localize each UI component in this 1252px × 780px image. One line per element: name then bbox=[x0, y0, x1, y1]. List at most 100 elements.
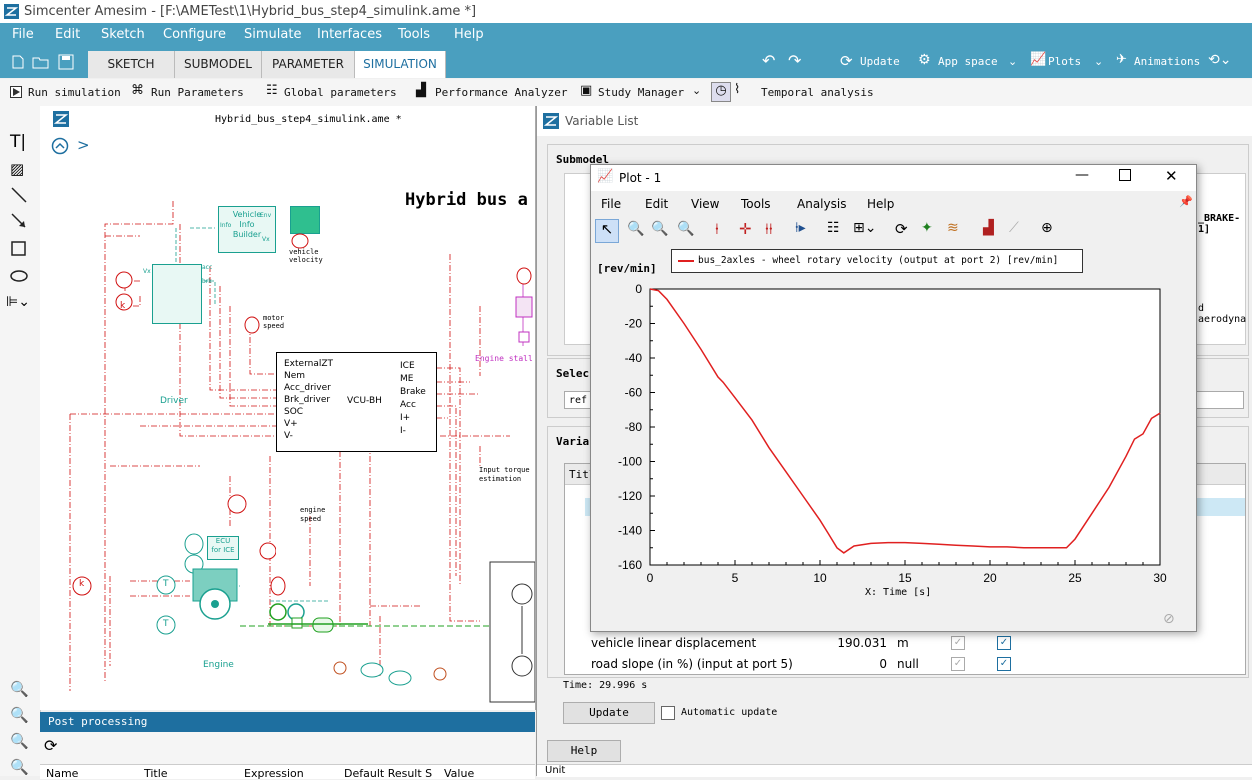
align-tool-icon[interactable]: ⊫⌄ bbox=[6, 294, 30, 310]
undo-icon[interactable]: ↶ bbox=[762, 51, 775, 70]
plot-menu-analysis[interactable]: Analysis bbox=[797, 197, 846, 211]
automatic-update-checkbox[interactable] bbox=[661, 706, 675, 720]
tab-simulation[interactable]: SIMULATION bbox=[355, 51, 446, 78]
motor-speed-sensor-icon[interactable] bbox=[243, 312, 261, 334]
menu-edit[interactable]: Edit bbox=[55, 27, 80, 42]
arrow-tool-icon[interactable] bbox=[10, 212, 28, 230]
close-icon[interactable]: ✕ bbox=[1165, 167, 1178, 185]
driver-block[interactable] bbox=[152, 264, 202, 324]
menu-interfaces[interactable]: Interfaces bbox=[317, 27, 382, 42]
vehicle-axle-icon[interactable] bbox=[488, 556, 535, 706]
vcu-name: VCU-BH bbox=[347, 396, 382, 406]
plot-menu-help[interactable]: Help bbox=[867, 197, 894, 211]
performance-analyzer-button[interactable]: Performance Analyzer bbox=[435, 86, 567, 99]
plot-menu-tools[interactable]: Tools bbox=[741, 197, 771, 211]
legend-box[interactable]: bus_2axles - wheel rotary velocity (outp… bbox=[671, 249, 1083, 273]
global-parameters-button[interactable]: Global parameters bbox=[284, 86, 397, 99]
col-default-result[interactable]: Default Result S bbox=[344, 767, 432, 780]
help-button[interactable]: Help bbox=[547, 740, 621, 762]
table-row[interactable]: road slope (in %) (input at port 5) 0 nu… bbox=[565, 654, 1245, 674]
rectangle-tool-icon[interactable] bbox=[10, 240, 28, 258]
cross-marker-icon[interactable]: ✛ bbox=[739, 220, 752, 238]
clock-icon[interactable]: ◷ bbox=[711, 82, 731, 102]
bottom-components-icon[interactable] bbox=[330, 654, 450, 710]
multi-curve-icon[interactable]: ≋ bbox=[947, 220, 959, 236]
table-row[interactable]: vehicle linear displacement 190.031 m ✓ … bbox=[565, 632, 1245, 654]
row-plot-checkbox[interactable]: ✓ bbox=[951, 636, 965, 650]
zoom-out-icon[interactable]: 🔍 bbox=[677, 221, 694, 237]
plot-menu-edit[interactable]: Edit bbox=[645, 197, 668, 211]
ribbon: SKETCH SUBMODEL PARAMETER SIMULATION ↶ ↷… bbox=[0, 47, 1252, 78]
run-parameters-button[interactable]: Run Parameters bbox=[151, 86, 244, 99]
road-block-icon[interactable] bbox=[290, 206, 320, 234]
table-view-icon[interactable]: ☷ bbox=[827, 220, 840, 236]
driver-inputs-icon[interactable] bbox=[114, 269, 138, 313]
update-button[interactable]: Update bbox=[860, 55, 900, 68]
menu-simulate[interactable]: Simulate bbox=[244, 27, 301, 42]
temporal-analysis-button[interactable]: Temporal analysis bbox=[761, 86, 874, 99]
engine-block-icon[interactable] bbox=[185, 564, 245, 634]
study-manager-button[interactable]: Study Manager bbox=[598, 86, 684, 99]
chevron-down-icon[interactable]: ⌄ bbox=[1008, 55, 1017, 68]
add-plot-icon[interactable]: ⊕ bbox=[1041, 220, 1053, 236]
marker-icon[interactable]: ⍿ bbox=[715, 220, 719, 238]
pin-curve-icon[interactable]: ✦ bbox=[921, 220, 933, 236]
vcu-input-externalzt: ExternalZT bbox=[284, 359, 334, 369]
pin-icon[interactable]: 📌 bbox=[1179, 195, 1193, 208]
row-save-checkbox[interactable]: ✓ bbox=[997, 636, 1011, 650]
animations-button[interactable]: Animations bbox=[1134, 55, 1200, 68]
grid-layout-icon[interactable]: ⊞⌄ bbox=[853, 220, 876, 236]
menu-help[interactable]: Help bbox=[454, 27, 484, 42]
save-icon[interactable] bbox=[58, 54, 74, 70]
histogram-icon[interactable]: ▟ bbox=[983, 220, 994, 236]
zoom-icon[interactable]: 🔍 bbox=[10, 680, 29, 698]
zoom-icon[interactable]: 🔍 bbox=[627, 221, 644, 237]
refresh-icon[interactable]: ⟳ bbox=[44, 736, 57, 755]
zoom-in-icon[interactable]: 🔍 bbox=[10, 706, 29, 724]
run-simulation-button[interactable]: Run simulation bbox=[28, 86, 121, 99]
col-name[interactable]: Name bbox=[46, 767, 78, 780]
image-tool-icon[interactable]: ▨ bbox=[10, 160, 24, 178]
zoom-out-icon[interactable]: 🔍 bbox=[10, 732, 29, 750]
text-tool-icon[interactable]: T| bbox=[10, 132, 26, 152]
menu-tools[interactable]: Tools bbox=[398, 27, 430, 42]
shaft-components-icon[interactable] bbox=[268, 574, 368, 638]
col-expression[interactable]: Expression bbox=[244, 767, 304, 780]
chevron-down-icon[interactable]: ⌄ bbox=[692, 84, 701, 97]
menu-configure[interactable]: Configure bbox=[163, 27, 226, 42]
row-save-checkbox[interactable]: ✓ bbox=[997, 657, 1011, 671]
zoom-in-icon[interactable]: 🔍 bbox=[651, 221, 668, 237]
more-icon[interactable]: ⟲⌄ bbox=[1208, 52, 1231, 68]
select-pointer-icon[interactable]: ↖ bbox=[595, 219, 619, 243]
plot-area[interactable]: 0 -20 -40 -60 -80 -100 -120 -140 -160 0 5 10 15 20 25 3… bbox=[591, 271, 1196, 601]
col-title[interactable]: Title bbox=[144, 767, 168, 780]
dual-marker-icon[interactable]: ⍿⍿ bbox=[765, 220, 773, 238]
ellipse-tool-icon[interactable] bbox=[10, 267, 28, 285]
menu-sketch[interactable]: Sketch bbox=[101, 27, 145, 42]
redo-icon[interactable]: ↷ bbox=[788, 51, 801, 70]
menu-file[interactable]: File bbox=[12, 27, 34, 42]
maximize-icon[interactable] bbox=[1119, 169, 1131, 181]
zoom-fit-icon[interactable]: 🔍 bbox=[10, 758, 29, 776]
minimize-icon[interactable]: — bbox=[1075, 167, 1089, 183]
chevron-down-icon[interactable]: ⌄ bbox=[1094, 55, 1103, 68]
plot-menu-file[interactable]: File bbox=[601, 197, 621, 211]
line-tool-icon[interactable] bbox=[10, 186, 28, 204]
plots-button[interactable]: Plots bbox=[1048, 55, 1081, 68]
col-value[interactable]: Value bbox=[444, 767, 474, 780]
play-marker-icon[interactable]: ⍿▸ bbox=[795, 220, 806, 236]
performance-analyzer-icon: ▟ bbox=[416, 83, 426, 98]
update-button[interactable]: Update bbox=[563, 702, 655, 724]
tab-submodel[interactable]: SUBMODEL bbox=[175, 51, 262, 78]
tab-sketch[interactable]: SKETCH bbox=[88, 51, 175, 78]
plot-menu-view[interactable]: View bbox=[691, 197, 719, 211]
sketch-canvas[interactable]: Hybrid_bus_step4_simulink.ame * > Hybrid… bbox=[40, 106, 536, 710]
app-space-button[interactable]: App space bbox=[938, 55, 998, 68]
engine-stall-block[interactable] bbox=[514, 264, 534, 350]
refresh-plot-icon[interactable]: ⟳ bbox=[895, 220, 908, 238]
new-file-icon[interactable] bbox=[10, 55, 26, 69]
open-folder-icon[interactable] bbox=[32, 55, 50, 69]
tab-parameter[interactable]: PARAMETER bbox=[262, 51, 355, 78]
row-plot-checkbox[interactable]: ✓ bbox=[951, 657, 965, 671]
ecu-block[interactable]: ECU for ICE bbox=[207, 536, 239, 560]
